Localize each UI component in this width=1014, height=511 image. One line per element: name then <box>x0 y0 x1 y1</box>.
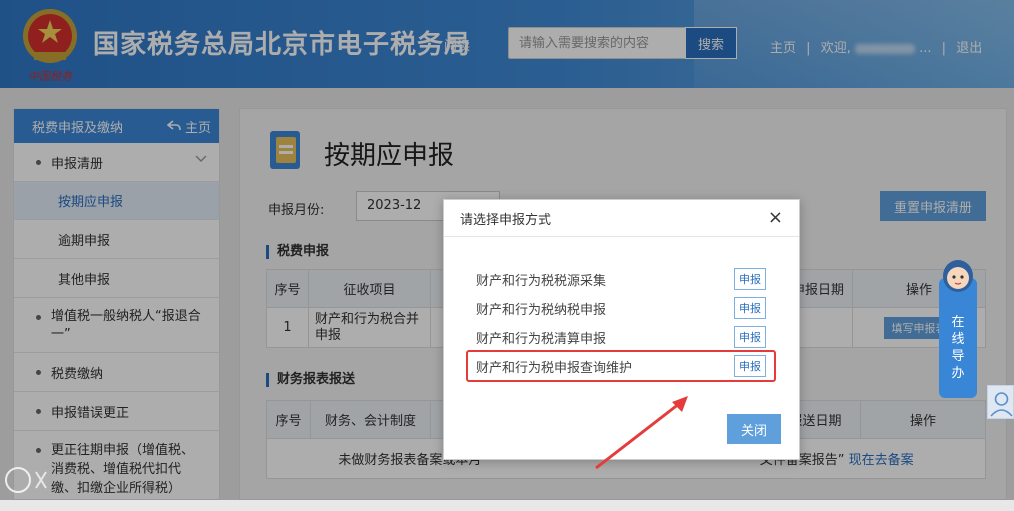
online-guide-widget[interactable]: 在 线 导 办 <box>939 256 977 398</box>
annotation-arrow-icon <box>595 396 688 470</box>
guide-char: 导 <box>951 349 965 364</box>
dialog-option: 财产和行为税税源采集 申报 <box>476 268 766 290</box>
declare-button[interactable]: 申报 <box>734 297 766 319</box>
guide-char: 在 <box>951 315 965 330</box>
option-label: 财产和行为税清算申报 <box>476 331 607 347</box>
option-label: 财产和行为税纳税申报 <box>476 302 607 318</box>
close-icon[interactable]: × <box>768 209 783 227</box>
assistant-face-icon <box>943 260 973 292</box>
option-label: 财产和行为税税源采集 <box>476 273 607 289</box>
guide-char: 线 <box>951 332 965 347</box>
user-avatar-button[interactable] <box>987 385 1014 419</box>
guide-text: 在 线 导 办 <box>939 314 977 382</box>
highlight-box <box>466 350 776 382</box>
dialog-option: 财产和行为税清算申报 申报 <box>476 326 766 348</box>
dialog-option: 财产和行为税纳税申报 申报 <box>476 297 766 319</box>
guide-char: 办 <box>951 366 965 381</box>
watermark-icon <box>5 467 47 493</box>
declare-button[interactable]: 申报 <box>734 326 766 348</box>
dialog-header: 请选择申报方式 × <box>444 200 799 237</box>
dialog-close-button[interactable]: 关闭 <box>727 414 781 444</box>
user-icon <box>990 392 1013 417</box>
dialog-title: 请选择申报方式 <box>460 212 552 228</box>
declare-button[interactable]: 申报 <box>734 268 766 290</box>
